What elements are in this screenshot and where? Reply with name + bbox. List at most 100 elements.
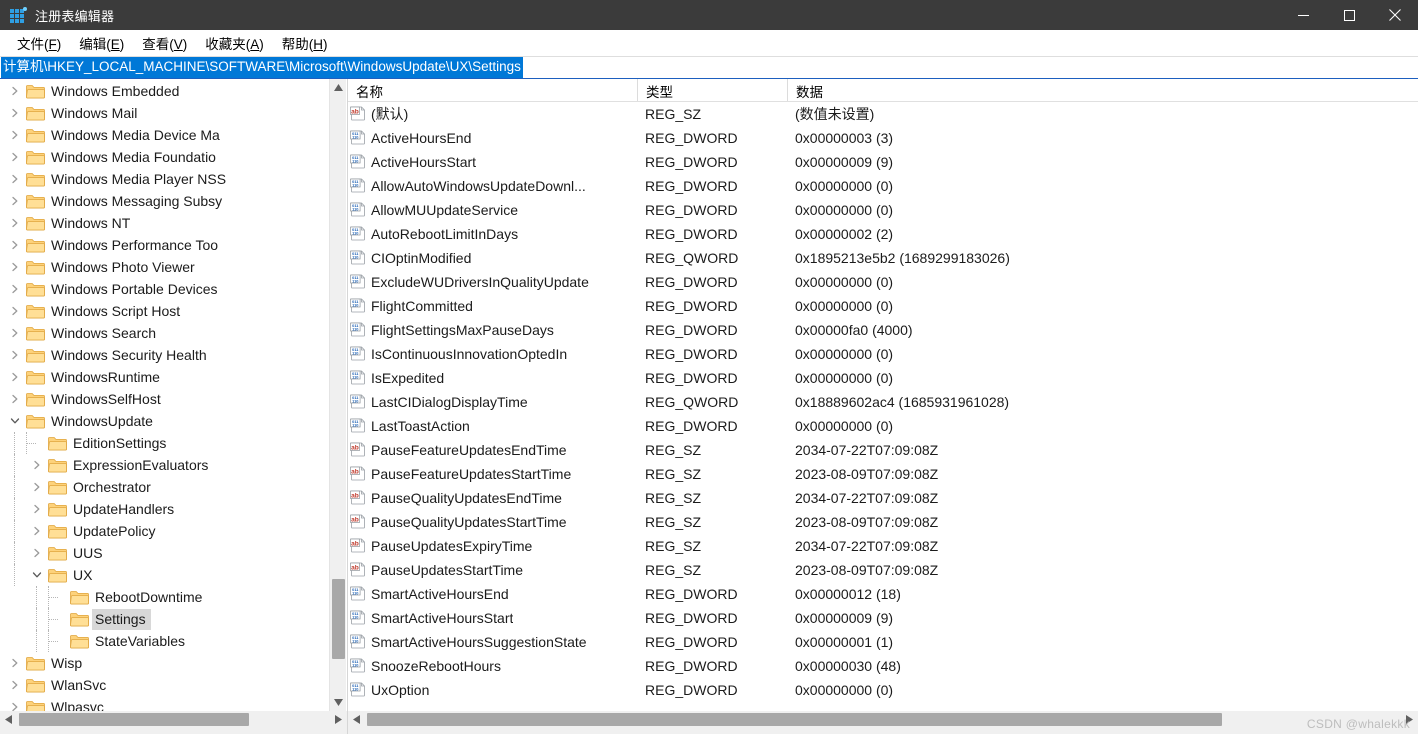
chevron-right-icon[interactable] xyxy=(26,520,48,542)
registry-value-row[interactable]: 011 110 IsContinuousInnovationOptedIn REG_D… xyxy=(348,342,1418,366)
tree-horizontal-scrollbar[interactable] xyxy=(0,711,347,728)
column-header-type[interactable]: 类型 xyxy=(637,79,787,101)
tree-item-wlansvc[interactable]: WlanSvc xyxy=(0,674,325,696)
chevron-right-icon[interactable] xyxy=(4,652,26,674)
tree-item-windows-nt[interactable]: Windows NT xyxy=(0,212,325,234)
tree-item-windows-performance-too[interactable]: Windows Performance Too xyxy=(0,234,325,256)
menu-item-1[interactable]: 编辑(E) xyxy=(70,30,133,56)
registry-value-row[interactable]: 011 110 SmartActiveHoursSuggestionState REG… xyxy=(348,630,1418,654)
chevron-right-icon[interactable] xyxy=(4,212,26,234)
registry-value-row[interactable]: 011 110 ExcludeWUDriversInQualityUpdate REG… xyxy=(348,270,1418,294)
registry-value-row[interactable]: ab (默认) REG_SZ (数值未设置) xyxy=(348,102,1418,126)
registry-value-row[interactable]: 011 110 SnoozeRebootHours REG_DWORD 0x000000… xyxy=(348,654,1418,678)
tree-item-orchestrator[interactable]: Orchestrator xyxy=(0,476,325,498)
registry-value-row[interactable]: 011 110 SmartActiveHoursEnd REG_DWORD 0x0000… xyxy=(348,582,1418,606)
registry-value-row[interactable]: ab PauseUpdatesStartTime REG_SZ 2023-08-09T… xyxy=(348,558,1418,582)
registry-value-row[interactable]: 011 110 LastCIDialogDisplayTime REG_QWORD 0x… xyxy=(348,390,1418,414)
registry-value-row[interactable]: 011 110 ActiveHoursEnd REG_DWORD 0x00000003 … xyxy=(348,126,1418,150)
tree-item-settings[interactable]: Settings xyxy=(0,608,325,630)
list-hscroll-thumb[interactable] xyxy=(367,713,1222,726)
tree-item-wlpasvc[interactable]: Wlpasvc xyxy=(0,696,325,711)
chevron-right-icon[interactable] xyxy=(4,344,26,366)
tree-item-windows-mail[interactable]: Windows Mail xyxy=(0,102,325,124)
chevron-right-icon[interactable] xyxy=(4,366,26,388)
registry-value-row[interactable]: 011 110 LastToastAction REG_DWORD 0x00000000… xyxy=(348,414,1418,438)
chevron-right-icon[interactable] xyxy=(4,674,26,696)
tree-item-windows-script-host[interactable]: Windows Script Host xyxy=(0,300,325,322)
tree-item-uus[interactable]: UUS xyxy=(0,542,325,564)
chevron-right-icon[interactable] xyxy=(26,476,48,498)
tree-item-wisp[interactable]: Wisp xyxy=(0,652,325,674)
chevron-right-icon[interactable] xyxy=(4,278,26,300)
column-header-name[interactable]: 名称 xyxy=(348,79,637,101)
tree-item-windows-messaging-subsy[interactable]: Windows Messaging Subsy xyxy=(0,190,325,212)
menu-item-0[interactable]: 文件(F) xyxy=(8,30,70,56)
tree-item-updatehandlers[interactable]: UpdateHandlers xyxy=(0,498,325,520)
registry-value-row[interactable]: 011 110 SmartActiveHoursStart REG_DWORD 0x00… xyxy=(348,606,1418,630)
registry-value-row[interactable]: 011 110 IsExpedited REG_DWORD 0x00000000 (0) xyxy=(348,366,1418,390)
chevron-right-icon[interactable] xyxy=(4,124,26,146)
registry-value-row[interactable]: ab PauseUpdatesExpiryTime REG_SZ 2034-07-22… xyxy=(348,534,1418,558)
chevron-right-icon[interactable] xyxy=(4,146,26,168)
scroll-up-icon[interactable] xyxy=(330,79,346,96)
list-scroll-left-icon[interactable] xyxy=(348,711,365,728)
chevron-right-icon[interactable] xyxy=(26,498,48,520)
maximize-button[interactable] xyxy=(1326,0,1372,30)
tree-item-windows-portable-devices[interactable]: Windows Portable Devices xyxy=(0,278,325,300)
close-button[interactable] xyxy=(1372,0,1418,30)
tree-item-editionsettings[interactable]: EditionSettings xyxy=(0,432,325,454)
registry-value-row[interactable]: 011 110 AllowAutoWindowsUpdateDownl... REG_… xyxy=(348,174,1418,198)
tree-hscroll-thumb[interactable] xyxy=(19,713,249,726)
registry-value-row[interactable]: 011 110 FlightSettingsMaxPauseDays REG_DWOR… xyxy=(348,318,1418,342)
tree-item-windows-embedded[interactable]: Windows Embedded xyxy=(0,80,325,102)
tree-item-windowsruntime[interactable]: WindowsRuntime xyxy=(0,366,325,388)
registry-value-row[interactable]: 011 110 UxOption REG_DWORD 0x00000000 (0) xyxy=(348,678,1418,702)
registry-value-row[interactable]: 011 110 AllowMUUpdateService REG_DWORD 0x000… xyxy=(348,198,1418,222)
chevron-down-icon[interactable] xyxy=(26,564,48,586)
chevron-right-icon[interactable] xyxy=(4,102,26,124)
menu-item-4[interactable]: 帮助(H) xyxy=(273,30,337,56)
chevron-right-icon[interactable] xyxy=(4,322,26,344)
list-horizontal-scrollbar[interactable] xyxy=(348,711,1418,728)
tree-item-windows-media-foundatio[interactable]: Windows Media Foundatio xyxy=(0,146,325,168)
chevron-right-icon[interactable] xyxy=(4,168,26,190)
chevron-right-icon[interactable] xyxy=(4,256,26,278)
chevron-right-icon[interactable] xyxy=(4,696,26,711)
tree-item-ux[interactable]: UX xyxy=(0,564,325,586)
tree-scroll-thumb[interactable] xyxy=(332,579,345,659)
tree-item-expressionevaluators[interactable]: ExpressionEvaluators xyxy=(0,454,325,476)
chevron-right-icon[interactable] xyxy=(4,80,26,102)
tree-item-rebootdowntime[interactable]: RebootDowntime xyxy=(0,586,325,608)
tree-item-windows-security-health[interactable]: Windows Security Health xyxy=(0,344,325,366)
chevron-right-icon[interactable] xyxy=(26,454,48,476)
tree-item-windows-photo-viewer[interactable]: Windows Photo Viewer xyxy=(0,256,325,278)
tree-item-windowsselfhost[interactable]: WindowsSelfHost xyxy=(0,388,325,410)
tree-vertical-scrollbar[interactable] xyxy=(329,79,346,711)
chevron-right-icon[interactable] xyxy=(4,388,26,410)
scroll-down-icon[interactable] xyxy=(330,694,346,711)
chevron-right-icon[interactable] xyxy=(4,300,26,322)
tree-item-statevariables[interactable]: StateVariables xyxy=(0,630,325,652)
minimize-button[interactable] xyxy=(1280,0,1326,30)
registry-value-row[interactable]: 011 110 AutoRebootLimitInDays REG_DWORD 0x00… xyxy=(348,222,1418,246)
address-bar[interactable]: 计算机\HKEY_LOCAL_MACHINE\SOFTWARE\Microsof… xyxy=(0,56,1418,79)
registry-value-row[interactable]: 011 110 CIOptinModified REG_QWORD 0x1895213e… xyxy=(348,246,1418,270)
registry-value-row[interactable]: ab PauseFeatureUpdatesStartTime REG_SZ 2023… xyxy=(348,462,1418,486)
chevron-down-icon[interactable] xyxy=(4,410,26,432)
registry-value-row[interactable]: 011 110 ActiveHoursStart REG_DWORD 0x0000000… xyxy=(348,150,1418,174)
tree-item-updatepolicy[interactable]: UpdatePolicy xyxy=(0,520,325,542)
chevron-right-icon[interactable] xyxy=(4,190,26,212)
registry-value-row[interactable]: ab PauseFeatureUpdatesEndTime REG_SZ 2034-0… xyxy=(348,438,1418,462)
registry-value-row[interactable]: 011 110 FlightCommitted REG_DWORD 0x00000000… xyxy=(348,294,1418,318)
scroll-right-icon[interactable] xyxy=(330,711,347,728)
menu-item-3[interactable]: 收藏夹(A) xyxy=(196,30,273,56)
tree-item-windows-search[interactable]: Windows Search xyxy=(0,322,325,344)
chevron-right-icon[interactable] xyxy=(4,234,26,256)
tree-item-windowsupdate[interactable]: WindowsUpdate xyxy=(0,410,325,432)
column-header-data[interactable]: 数据 xyxy=(787,79,1418,101)
menu-item-2[interactable]: 查看(V) xyxy=(133,30,196,56)
scroll-left-icon[interactable] xyxy=(0,711,17,728)
tree-item-windows-media-device-ma[interactable]: Windows Media Device Ma xyxy=(0,124,325,146)
registry-path-text[interactable]: 计算机\HKEY_LOCAL_MACHINE\SOFTWARE\Microsof… xyxy=(1,57,523,78)
registry-value-row[interactable]: ab PauseQualityUpdatesStartTime REG_SZ 2023… xyxy=(348,510,1418,534)
